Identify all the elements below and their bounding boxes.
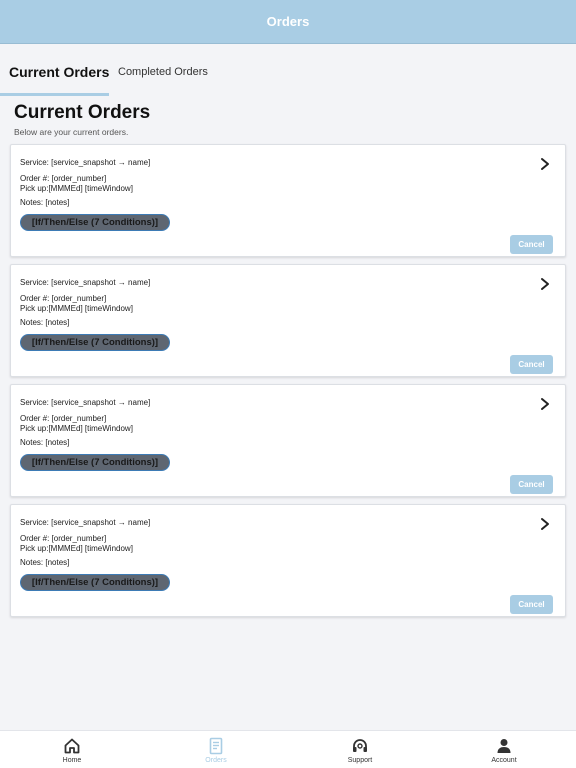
nav-label-support: Support (347, 757, 373, 764)
tab-current-orders[interactable]: Current Orders (9, 64, 109, 80)
order-pickup: Pick up:[MMMEd] [timeWindow] (20, 304, 133, 313)
order-card[interactable]: Service: [service_snapshot → name] Order… (10, 264, 566, 377)
bottom-nav: Home Orders Support Account (0, 730, 576, 768)
chevron-right-icon[interactable] (539, 157, 551, 171)
condition-pill: [If/Then/Else (7 Conditions)] (20, 214, 170, 231)
order-list: Service: [service_snapshot → name] Order… (10, 144, 566, 624)
nav-label-account: Account (491, 757, 517, 764)
nav-label-home: Home (62, 757, 82, 764)
support-icon (353, 739, 367, 752)
order-service: Service: [service_snapshot → name] (20, 398, 151, 407)
order-card[interactable]: Service: [service_snapshot → name] Order… (10, 144, 566, 257)
app-header: Orders (0, 0, 576, 44)
order-pickup: Pick up:[MMMEd] [timeWindow] (20, 544, 133, 553)
order-card[interactable]: Service: [service_snapshot → name] Order… (10, 384, 566, 497)
order-tabs: Current Orders Completed Orders (0, 44, 576, 96)
order-service: Service: [service_snapshot → name] (20, 278, 151, 287)
order-notes: Notes: [notes] (20, 438, 70, 447)
tab-completed-orders[interactable]: Completed Orders (118, 66, 208, 78)
cancel-order-button[interactable]: Cancel (510, 595, 553, 614)
header-title: Orders (266, 14, 310, 29)
home-icon (64, 738, 80, 754)
page-subtitle: Below are your current orders. (14, 127, 129, 137)
order-number: Order #: [order_number] (20, 174, 107, 183)
order-service: Service: [service_snapshot → name] (20, 518, 151, 527)
nav-item-home[interactable]: Home (32, 731, 112, 768)
order-card[interactable]: Service: [service_snapshot → name] Order… (10, 504, 566, 617)
nav-item-orders[interactable]: Orders (176, 731, 256, 768)
orders-icon (209, 737, 223, 755)
chevron-right-icon[interactable] (539, 397, 551, 411)
order-service: Service: [service_snapshot → name] (20, 158, 151, 167)
condition-pill: [If/Then/Else (7 Conditions)] (20, 454, 170, 471)
order-pickup: Pick up:[MMMEd] [timeWindow] (20, 424, 133, 433)
cancel-order-button[interactable]: Cancel (510, 475, 553, 494)
cancel-order-button[interactable]: Cancel (510, 355, 553, 374)
condition-pill: [If/Then/Else (7 Conditions)] (20, 574, 170, 591)
chevron-right-icon[interactable] (539, 277, 551, 291)
condition-pill: [If/Then/Else (7 Conditions)] (20, 334, 170, 351)
nav-item-support[interactable]: Support (320, 731, 400, 768)
order-number: Order #: [order_number] (20, 414, 107, 423)
nav-label-orders: Orders (205, 757, 227, 764)
page-title: Current Orders (14, 102, 151, 123)
order-number: Order #: [order_number] (20, 534, 107, 543)
cancel-order-button[interactable]: Cancel (510, 235, 553, 254)
order-number: Order #: [order_number] (20, 294, 107, 303)
active-tab-indicator (0, 93, 109, 96)
order-pickup: Pick up:[MMMEd] [timeWindow] (20, 184, 133, 193)
order-notes: Notes: [notes] (20, 318, 70, 327)
chevron-right-icon[interactable] (539, 517, 551, 531)
account-icon (497, 739, 511, 753)
order-notes: Notes: [notes] (20, 558, 70, 567)
order-notes: Notes: [notes] (20, 198, 70, 207)
nav-item-account[interactable]: Account (464, 731, 544, 768)
